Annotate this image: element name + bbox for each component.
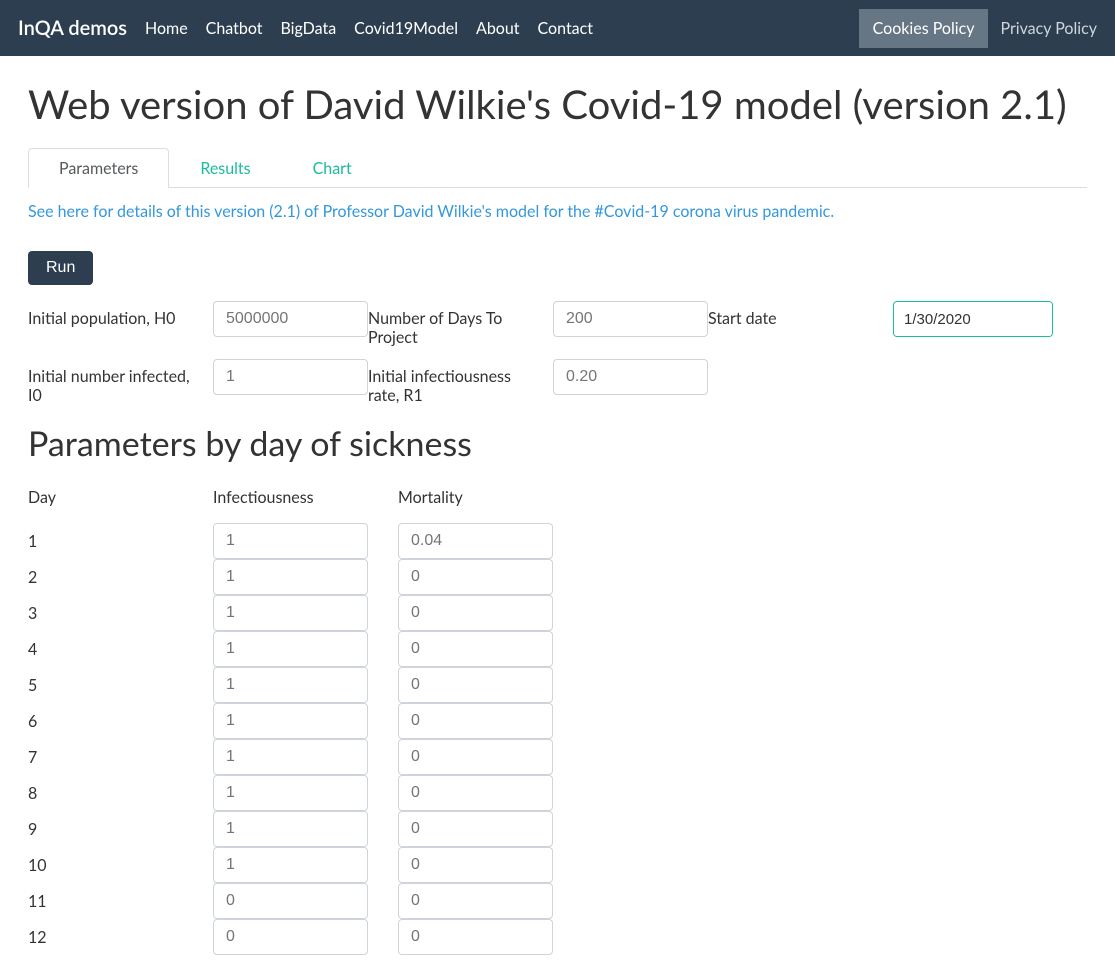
input-infectiousness[interactable] [213, 883, 368, 919]
day-grid: Day Infectiousness Mortality 12345678910… [28, 488, 1087, 955]
input-infectiousness[interactable] [213, 667, 368, 703]
info-link[interactable]: See here for details of this version (2.… [28, 202, 1087, 221]
input-mortality[interactable] [398, 595, 553, 631]
day-label: 9 [28, 811, 213, 847]
nav-link-about[interactable]: About [476, 19, 520, 38]
input-mortality[interactable] [398, 631, 553, 667]
tab-chart[interactable]: Chart [282, 148, 383, 188]
navbar-right: Cookies Policy Privacy Policy [859, 9, 1097, 48]
date-picker [893, 301, 1053, 337]
main-container: Web version of David Wilkie's Covid-19 m… [0, 56, 1115, 971]
tab-results[interactable]: Results [169, 148, 281, 188]
input-infectiousness[interactable] [213, 919, 368, 955]
input-mortality[interactable] [398, 739, 553, 775]
privacy-policy-link[interactable]: Privacy Policy [988, 9, 1097, 48]
day-header-day: Day [28, 488, 213, 523]
input-infectiousness[interactable] [213, 631, 368, 667]
label-initial-infected: Initial number infected, I0 [28, 359, 213, 413]
input-mortality[interactable] [398, 775, 553, 811]
day-label: 5 [28, 667, 213, 703]
input-mortality[interactable] [398, 811, 553, 847]
label-initial-population: Initial population, H0 [28, 301, 213, 336]
input-mortality[interactable] [398, 559, 553, 595]
input-infectiousness[interactable] [213, 775, 368, 811]
brand[interactable]: InQA demos [18, 16, 127, 40]
navbar-left: InQA demos Home Chatbot BigData Covid19M… [18, 16, 593, 40]
input-infectiousness[interactable] [213, 847, 368, 883]
nav-link-covid19model[interactable]: Covid19Model [354, 19, 458, 38]
input-infectiousness[interactable] [213, 811, 368, 847]
input-mortality[interactable] [398, 703, 553, 739]
page-title: Web version of David Wilkie's Covid-19 m… [28, 80, 1087, 128]
input-start-date[interactable] [894, 302, 1053, 336]
day-label: 10 [28, 847, 213, 883]
tab-parameters[interactable]: Parameters [28, 148, 169, 188]
navbar: InQA demos Home Chatbot BigData Covid19M… [0, 0, 1115, 56]
tabs: Parameters Results Chart [28, 148, 1087, 188]
day-label: 7 [28, 739, 213, 775]
nav-link-chatbot[interactable]: Chatbot [206, 19, 263, 38]
day-header-infectiousness: Infectiousness [213, 488, 398, 523]
input-days-to-project[interactable] [553, 301, 708, 337]
day-label: 6 [28, 703, 213, 739]
label-start-date: Start date [708, 301, 893, 336]
input-initial-population[interactable] [213, 301, 368, 337]
input-mortality[interactable] [398, 919, 553, 955]
day-label: 4 [28, 631, 213, 667]
input-mortality[interactable] [398, 883, 553, 919]
day-label: 8 [28, 775, 213, 811]
input-infectiousness[interactable] [213, 559, 368, 595]
nav-link-bigdata[interactable]: BigData [281, 19, 337, 38]
input-mortality[interactable] [398, 667, 553, 703]
input-infectiousness[interactable] [213, 739, 368, 775]
nav-links: Home Chatbot BigData Covid19Model About … [145, 19, 593, 38]
day-label: 3 [28, 595, 213, 631]
day-label: 1 [28, 523, 213, 559]
label-days-to-project: Number of Days To Project [368, 301, 553, 355]
day-header-mortality: Mortality [398, 488, 553, 523]
input-infectiousness[interactable] [213, 523, 368, 559]
input-initial-infected[interactable] [213, 359, 368, 395]
param-grid: Initial population, H0 Number of Days To… [28, 301, 1087, 417]
nav-link-contact[interactable]: Contact [538, 19, 593, 38]
input-mortality[interactable] [398, 523, 553, 559]
parameters-by-day-title: Parameters by day of sickness [28, 423, 1087, 464]
day-label: 2 [28, 559, 213, 595]
nav-link-home[interactable]: Home [145, 19, 188, 38]
cookies-policy-link[interactable]: Cookies Policy [859, 9, 989, 48]
day-label: 11 [28, 883, 213, 919]
run-button[interactable]: Run [28, 251, 93, 285]
label-initial-infectiousness-rate: Initial infectiousness rate, R1 [368, 359, 553, 413]
input-infectiousness[interactable] [213, 595, 368, 631]
input-initial-infectiousness-rate[interactable] [553, 359, 708, 395]
day-label: 12 [28, 919, 213, 955]
input-infectiousness[interactable] [213, 703, 368, 739]
input-mortality[interactable] [398, 847, 553, 883]
